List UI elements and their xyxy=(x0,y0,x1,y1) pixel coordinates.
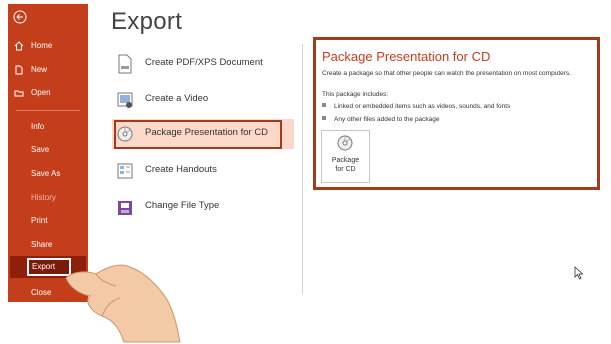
mouse-cursor-icon xyxy=(574,266,584,280)
home-icon xyxy=(14,41,24,51)
option-package-cd[interactable]: Package Presentation for CD xyxy=(112,119,294,149)
option-create-handouts[interactable]: Create Handouts xyxy=(112,156,298,186)
video-icon xyxy=(117,92,133,108)
sidebar-item-label: Home xyxy=(31,41,53,50)
sidebar-item-save[interactable]: Save xyxy=(8,141,88,159)
cd-icon xyxy=(117,126,133,142)
list-item: Any other files added to the package xyxy=(322,116,440,123)
sidebar-item-label: Close xyxy=(31,288,52,297)
sidebar-item-save-as[interactable]: Save As xyxy=(8,165,88,183)
sidebar-item-label: Print xyxy=(31,216,48,225)
bullet-text: Any other files added to the package xyxy=(334,116,440,123)
pdf-document-icon xyxy=(118,54,132,74)
bullet-icon xyxy=(322,116,326,121)
package-button-label: Package for CD xyxy=(322,156,369,174)
sidebar-item-history[interactable]: History xyxy=(8,189,88,207)
package-button-label-line2: for CD xyxy=(335,166,356,173)
panel-description: Create a package so that other people ca… xyxy=(322,70,571,77)
option-label: Package Presentation for CD xyxy=(145,127,269,138)
list-item: Linked or embedded items such as videos,… xyxy=(322,103,510,110)
bullet-text: Linked or embedded items such as videos,… xyxy=(334,103,511,110)
file-type-icon xyxy=(118,201,132,215)
handouts-icon xyxy=(117,163,133,179)
cd-icon xyxy=(337,135,353,151)
folder-open-icon xyxy=(14,90,24,97)
sidebar-item-label: Save As xyxy=(31,169,61,178)
option-change-file-type[interactable]: Change File Type xyxy=(112,192,298,222)
sidebar-item-new[interactable]: New xyxy=(8,61,88,79)
new-doc-icon xyxy=(15,65,23,75)
package-button-label-line1: Package xyxy=(331,157,360,164)
vertical-divider xyxy=(302,44,303,294)
option-label: Create a Video xyxy=(145,93,209,104)
option-label: Create Handouts xyxy=(145,164,217,175)
sidebar-item-label: Info xyxy=(31,122,45,131)
panel-title: Package Presentation for CD xyxy=(322,49,491,64)
option-label: Change File Type xyxy=(145,200,220,211)
sidebar-item-home[interactable]: Home xyxy=(8,37,88,55)
sidebar-divider xyxy=(16,110,80,111)
pointing-hand-icon xyxy=(65,264,181,343)
sidebar-item-print[interactable]: Print xyxy=(8,212,88,230)
option-create-pdf[interactable]: Create PDF/XPS Document xyxy=(112,49,298,79)
sidebar-item-share[interactable]: Share xyxy=(8,236,88,254)
sidebar-item-label: History xyxy=(31,193,56,202)
includes-heading: This package includes: xyxy=(322,91,389,98)
sidebar-item-label: Save xyxy=(31,145,50,154)
sidebar-item-open[interactable]: Open xyxy=(8,84,88,102)
package-for-cd-button[interactable]: Package for CD xyxy=(321,130,370,183)
sidebar-item-label: Export xyxy=(32,262,56,271)
bullet-icon xyxy=(322,103,326,108)
back-arrow-icon[interactable] xyxy=(13,10,27,24)
sidebar-item-label: New xyxy=(31,65,48,74)
package-cd-panel: Package Presentation for CD Create a pac… xyxy=(313,37,600,190)
option-label: Create PDF/XPS Document xyxy=(145,57,263,68)
option-create-video[interactable]: Create a Video xyxy=(112,85,298,115)
sidebar-item-info[interactable]: Info xyxy=(8,118,88,136)
page-title: Export xyxy=(111,8,183,35)
sidebar-item-label: Open xyxy=(31,88,51,97)
sidebar-item-label: Share xyxy=(31,240,53,249)
